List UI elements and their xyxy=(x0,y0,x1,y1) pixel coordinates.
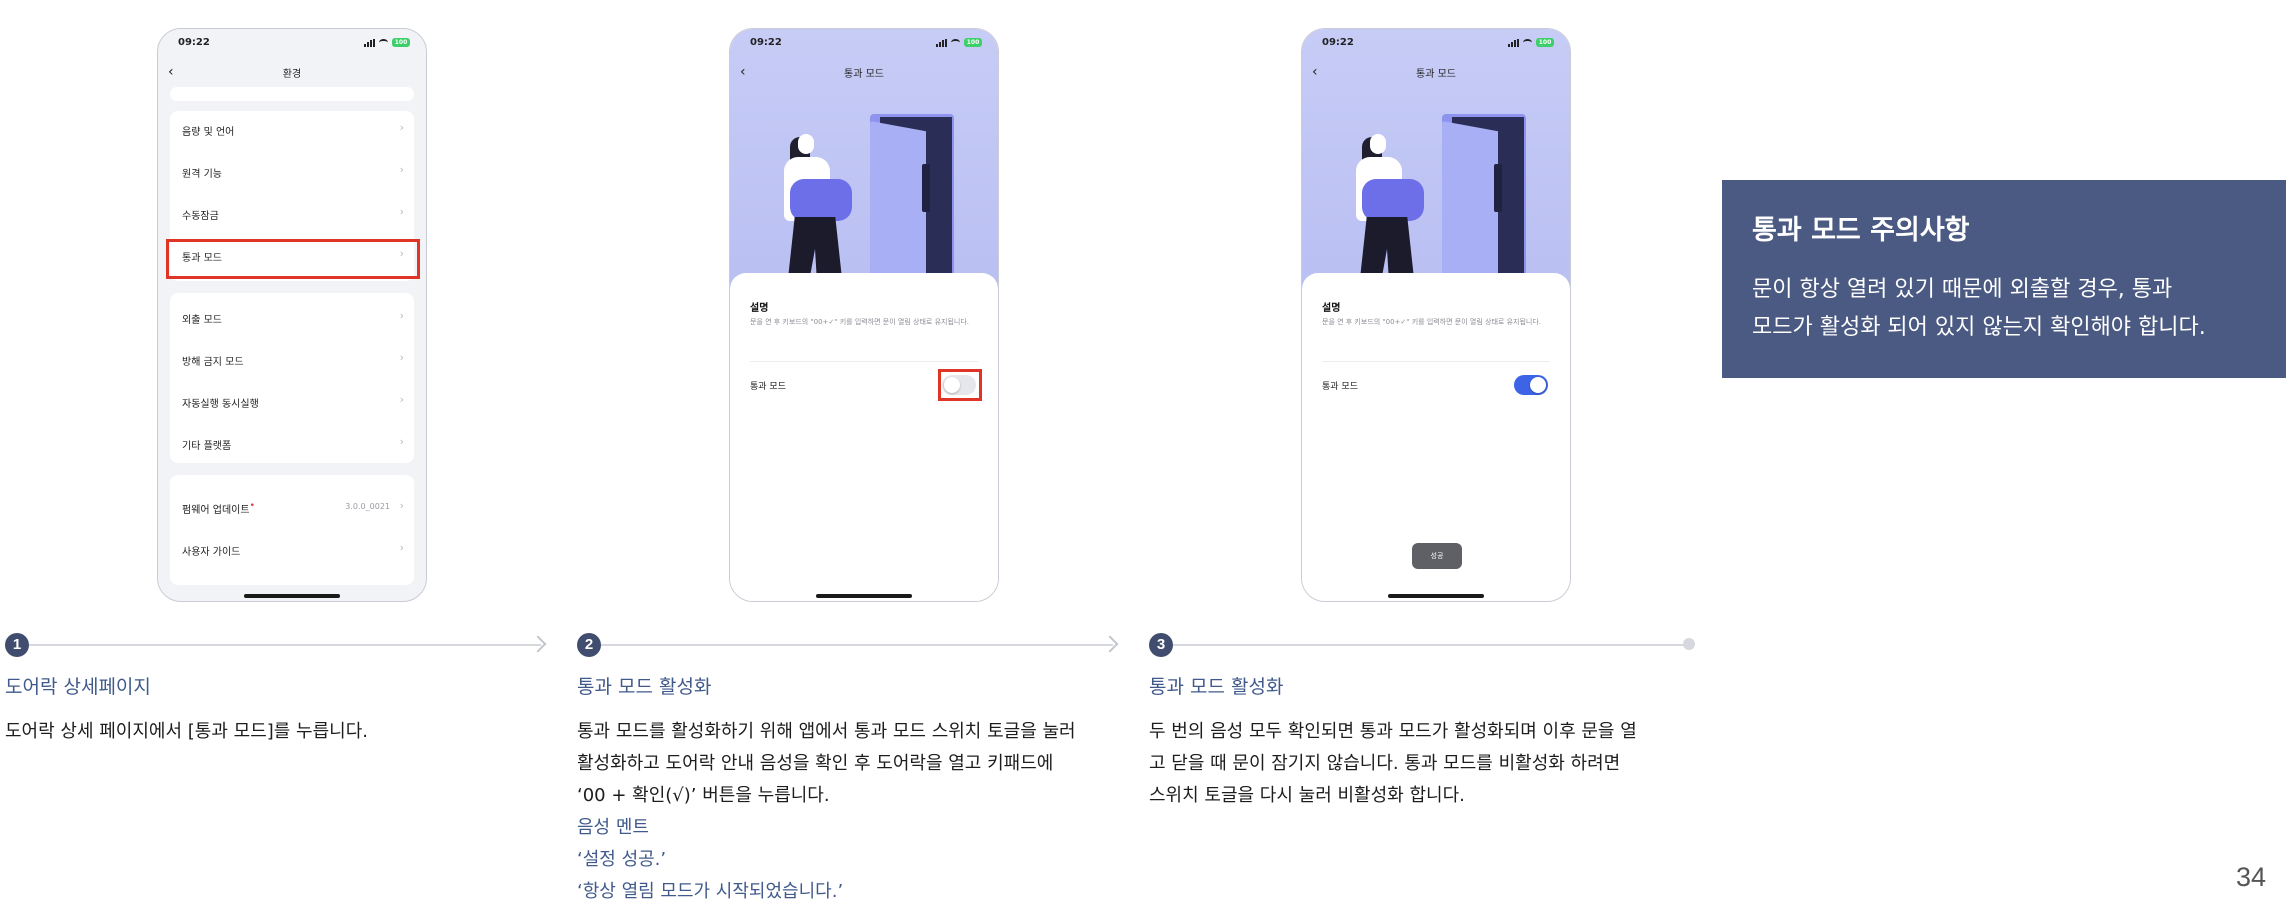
status-bar: 09:22 100 xyxy=(750,37,982,51)
row-label: 펌웨어 업데이트• xyxy=(182,501,255,516)
nav-bar: ‹ 통과 모드 xyxy=(1302,59,1570,85)
settings-row[interactable]: 외출 모드 › xyxy=(170,301,414,335)
screen-title: 환경 xyxy=(282,69,302,80)
voice-message-line: ‘항상 열림 모드가 시작되었습니다.’ xyxy=(577,881,844,902)
section-description: 문을 연 후 키보드의 "00+✓" 키를 입력하면 문이 열림 상태로 유지됩… xyxy=(750,318,969,326)
step-description: 통과 모드를 활성화하기 위해 앱에서 통과 모드 스위치 토글을 눌러 활성화… xyxy=(577,716,1137,908)
nav-bar: ‹ 환경 xyxy=(158,59,426,85)
divider xyxy=(750,361,978,362)
row-label: 수동잠금 xyxy=(182,211,219,222)
door-lock-icon xyxy=(1494,164,1502,212)
phone-screen-settings: 09:22 100 ‹ 환경 음량 및 언어 › 원격 기능 › 수동잠금 › 통과 … xyxy=(157,28,427,602)
step-number-badge: 1 xyxy=(5,633,29,657)
signal-icon xyxy=(1508,38,1519,47)
arrow-right-icon xyxy=(1101,635,1119,653)
toggle-label: 통과 모드 xyxy=(1322,382,1358,392)
firmware-version: 3.0.0_0021 xyxy=(345,502,390,511)
description-sheet: 설명 문을 연 후 키보드의 "00+✓" 키를 입력하면 문이 열림 상태로 … xyxy=(730,273,998,601)
chevron-right-icon: › xyxy=(399,541,404,554)
nav-bar: ‹ 통과 모드 xyxy=(730,59,998,85)
step-connector xyxy=(29,644,541,646)
screen-title: 통과 모드 xyxy=(1416,69,1456,80)
divider xyxy=(1322,361,1550,362)
chevron-right-icon: › xyxy=(399,499,404,512)
screen-title: 통과 모드 xyxy=(844,69,884,80)
status-time: 09:22 xyxy=(178,37,210,48)
wifi-icon xyxy=(951,39,960,46)
settings-row[interactable]: 사용자 가이드 › xyxy=(170,533,414,567)
battery-icon: 100 xyxy=(964,38,982,47)
voice-message-heading: 음성 멘트 xyxy=(577,817,649,838)
wifi-icon xyxy=(379,39,388,46)
success-toast: 성공 xyxy=(1412,543,1462,569)
phone-screen-pass-mode-on: 09:22 100 ‹ 통과 모드 설명 문을 연 후 키보드의 "00+✓" … xyxy=(1301,28,1571,602)
chevron-right-icon: › xyxy=(399,351,404,364)
toggle-label: 통과 모드 xyxy=(750,382,786,392)
pass-mode-toggle[interactable] xyxy=(1514,375,1548,395)
caution-note: 통과 모드 주의사항 문이 항상 열려 있기 때문에 외출할 경우, 통과 모드… xyxy=(1722,180,2286,378)
wifi-icon xyxy=(1523,39,1532,46)
page-number: 34 xyxy=(2235,862,2266,892)
step-title: 통과 모드 활성화 xyxy=(577,676,712,698)
signal-icon xyxy=(936,38,947,47)
chevron-right-icon: › xyxy=(399,435,404,448)
chevron-right-icon: › xyxy=(399,205,404,218)
note-body: 문이 항상 열려 있기 때문에 외출할 경우, 통과 모드가 활성화 되어 있지… xyxy=(1752,277,2206,340)
settings-row[interactable]: 기타 플랫폼 › xyxy=(170,427,414,461)
settings-row[interactable]: 수동잠금 › xyxy=(170,197,414,231)
settings-row[interactable]: 방해 금지 모드 › xyxy=(170,343,414,377)
voice-message-line: ‘설정 성공.’ xyxy=(577,849,667,870)
status-bar: 09:22 100 xyxy=(178,37,410,51)
status-time: 09:22 xyxy=(1322,37,1354,48)
phone-screen-pass-mode-off: 09:22 100 ‹ 통과 모드 설명 문을 연 후 키보드의 "00+✓" … xyxy=(729,28,999,602)
section-description: 문을 연 후 키보드의 "00+✓" 키를 입력하면 문이 열림 상태로 유지됩… xyxy=(1322,318,1541,326)
chevron-right-icon: › xyxy=(399,393,404,406)
chevron-right-icon: › xyxy=(399,309,404,322)
step-number-badge: 2 xyxy=(577,633,601,657)
door-lock-icon xyxy=(922,164,930,212)
highlight-box xyxy=(938,369,982,401)
description-sheet: 설명 문을 연 후 키보드의 "00+✓" 키를 입력하면 문이 열림 상태로 … xyxy=(1302,273,1570,601)
home-indicator xyxy=(244,594,340,598)
row-label: 방해 금지 모드 xyxy=(182,357,244,368)
status-time: 09:22 xyxy=(750,37,782,48)
row-label: 자동실행 동시실행 xyxy=(182,399,259,410)
note-title: 통과 모드 주의사항 xyxy=(1752,215,1970,246)
settings-row[interactable]: 자동실행 동시실행 › xyxy=(170,385,414,419)
row-label: 원격 기능 xyxy=(182,169,222,180)
step-connector xyxy=(601,644,1113,646)
chevron-right-icon: › xyxy=(399,121,404,134)
home-indicator xyxy=(1388,594,1484,598)
home-indicator xyxy=(816,594,912,598)
step-description: 두 번의 음성 모두 확인되면 통과 모드가 활성화되며 이후 문을 열 고 닫… xyxy=(1149,721,1637,806)
highlight-box xyxy=(166,239,420,279)
settings-row[interactable]: 음량 및 언어 › xyxy=(170,113,414,147)
settings-row[interactable]: 원격 기능 › xyxy=(170,155,414,189)
update-dot-icon: • xyxy=(249,501,255,511)
step-connector xyxy=(1173,644,1687,646)
step-title: 도어락 상세페이지 xyxy=(5,676,151,698)
row-label: 음량 및 언어 xyxy=(182,127,235,138)
step-title: 통과 모드 활성화 xyxy=(1149,676,1284,698)
chevron-right-icon: › xyxy=(399,163,404,176)
toggle-knob xyxy=(1530,377,1546,393)
section-title: 설명 xyxy=(1322,303,1341,314)
settings-row-firmware[interactable]: 펌웨어 업데이트• 3.0.0_0021 › xyxy=(170,491,414,525)
step-description: 도어락 상세 페이지에서 [통과 모드]를 누릅니다. xyxy=(5,721,369,742)
settings-card-top xyxy=(170,87,414,101)
row-label: 기타 플랫폼 xyxy=(182,441,232,452)
arrow-right-icon xyxy=(529,635,547,653)
section-title: 설명 xyxy=(750,303,769,314)
battery-icon: 100 xyxy=(1536,38,1554,47)
row-label: 사용자 가이드 xyxy=(182,547,241,558)
row-label: 외출 모드 xyxy=(182,315,222,326)
step-number-badge: 3 xyxy=(1149,633,1173,657)
timeline-end-dot xyxy=(1683,638,1695,650)
signal-icon xyxy=(364,38,375,47)
battery-icon: 100 xyxy=(392,38,410,47)
status-bar: 09:22 100 xyxy=(1322,37,1554,51)
